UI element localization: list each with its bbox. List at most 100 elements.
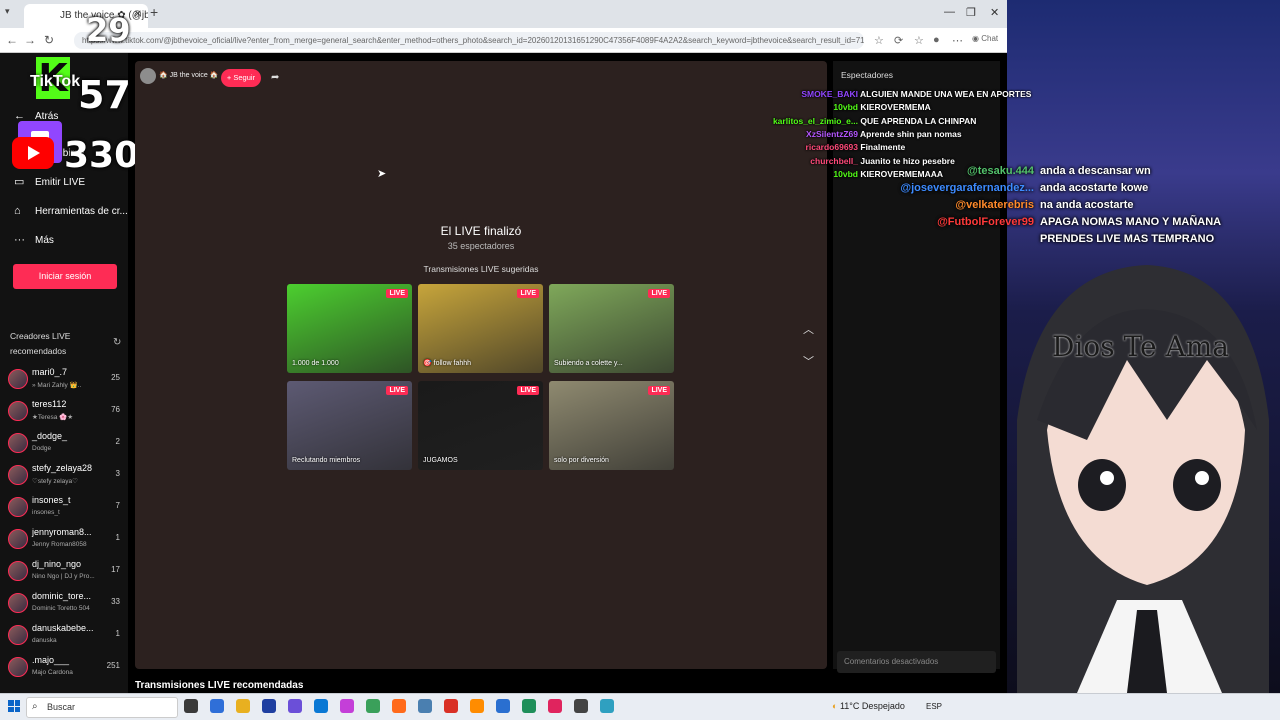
taskbar-app-icon[interactable]	[418, 699, 432, 713]
profile-icon[interactable]: ●	[933, 34, 940, 46]
kick-viewer-count: 29	[86, 11, 131, 49]
extensions-icon[interactable]: ⟳	[894, 34, 903, 47]
favorites-icon[interactable]: ☆	[914, 34, 924, 47]
search-placeholder: Buscar	[47, 702, 76, 712]
creator-viewer-count: 1	[115, 629, 120, 638]
minimize-icon[interactable]: —	[944, 6, 955, 18]
chevron-down-icon[interactable]: ﹀	[803, 353, 814, 369]
url-field[interactable]: https://www.tiktok.com/@jbthevoice_ofici…	[74, 32, 864, 49]
recommended-creators-title: Creadores LIVE recomendados	[10, 331, 71, 356]
windows-start-icon[interactable]	[8, 700, 20, 712]
suggested-live-thumbnail[interactable]: LIVE 🎯 follow fahhh	[418, 284, 543, 373]
star-icon[interactable]: ☆	[874, 34, 884, 47]
creator-item[interactable]: .majo___ Majo Cardona 251	[8, 655, 124, 685]
taskbar-app-icon[interactable]	[288, 699, 302, 713]
creator-name: .majo___	[32, 655, 70, 665]
chat-message: ricardo69693 Finalmente	[760, 142, 906, 152]
creator-item[interactable]: teres112 ★Teresa 🌸★ 76	[8, 399, 124, 429]
sidebar-item-go-live[interactable]: ▭ Emitir LIVE	[14, 175, 85, 188]
suggested-live-thumbnail[interactable]: LIVE solo por diversión	[549, 381, 674, 470]
chat-username: XzSilentzZ69	[806, 128, 858, 139]
taskbar-app-icon[interactable]	[314, 699, 328, 713]
creator-name: dominic_tore...	[32, 591, 92, 601]
taskbar-app-icon[interactable]	[184, 699, 198, 713]
taskbar-app-icon[interactable]	[574, 699, 588, 713]
taskbar-app-icon[interactable]	[262, 699, 276, 713]
close-tab-icon[interactable]: ✕	[134, 9, 142, 20]
avatar	[8, 433, 28, 453]
creator-nickname: Dodge	[32, 445, 52, 452]
creator-item[interactable]: jennyroman8... Jenny Roman8058 1	[8, 527, 124, 557]
youtube-chat-message: @tesaku.444 anda a descansar wn	[967, 165, 1151, 177]
thumbnail-caption: 🎯 follow fahhh	[423, 360, 472, 367]
viewers-header[interactable]: Espectadores	[841, 70, 893, 80]
taskbar-app-icon[interactable]	[392, 699, 406, 713]
sidebar-item-label: Herramientas de cr...	[35, 206, 128, 217]
chat-message: XzSilentzZ69 Aprende shin pan nomas	[760, 129, 962, 139]
taskbar-search[interactable]: ⌕ Buscar	[26, 697, 178, 718]
creator-viewer-count: 1	[115, 533, 120, 542]
reload-icon[interactable]: ↻	[44, 33, 54, 47]
thumbnail-caption: Subiendo a colette y...	[554, 360, 623, 367]
taskbar-app-icon[interactable]	[210, 699, 224, 713]
login-button[interactable]: Iniciar sesión	[13, 264, 117, 289]
chevron-up-icon[interactable]: ︿	[803, 321, 814, 337]
creator-viewer-count: 2	[115, 437, 120, 446]
sidebar-item-more[interactable]: ··· Más	[14, 234, 54, 246]
taskbar-app-icon[interactable]	[366, 699, 380, 713]
close-window-icon[interactable]: ✕	[990, 6, 999, 19]
vtuber-banner-text: Dios Te Ama	[1052, 330, 1229, 363]
chat-text: KIEROVERMEMA	[860, 102, 931, 113]
creator-item[interactable]: mari0_.7 » Mari Zahly 👑.. 25	[8, 367, 124, 397]
creator-item[interactable]: dominic_tore... Dominic Toretto 504 33	[8, 591, 124, 621]
sidebar-item-creator-tools[interactable]: ⌂ Herramientas de cr...	[14, 205, 128, 217]
creator-item[interactable]: insones_t insones_t 7	[8, 495, 124, 525]
suggested-live-thumbnail[interactable]: LIVE Subiendo a colette y...	[549, 284, 674, 373]
creator-item[interactable]: dj_nino_ngo Nino Ngo | DJ y Pro... 17	[8, 559, 124, 589]
creator-nickname: ♡stefy zelaya♡	[32, 478, 78, 485]
creator-item[interactable]: stefy_zelaya28 ♡stefy zelaya♡ 3	[8, 463, 124, 493]
search-icon: ⌕	[32, 701, 38, 712]
avatar	[8, 561, 28, 581]
avatar	[8, 369, 28, 389]
host-name[interactable]: 🏠 JB the voice 🏠	[159, 71, 218, 79]
new-tab-icon[interactable]: +	[150, 4, 158, 20]
forward-icon[interactable]: →	[24, 33, 36, 47]
youtube-chat-message: @josevergarafernandez... anda acostarte k…	[900, 182, 1148, 194]
refresh-icon[interactable]: ↻	[113, 337, 121, 348]
taskbar-app-icon[interactable]	[236, 699, 250, 713]
follow-button[interactable]: + Seguir	[221, 69, 261, 87]
taskbar: ⌕ Buscar ◐ 11°C Despejado ESP	[0, 693, 1280, 720]
taskbar-app-icon[interactable]	[496, 699, 510, 713]
creator-viewer-count: 251	[106, 661, 120, 670]
menu-icon[interactable]: ⋯	[952, 34, 963, 47]
back-icon[interactable]: ←	[6, 33, 18, 47]
taskbar-app-icon[interactable]	[340, 699, 354, 713]
creator-item[interactable]: danuskabebe... danuska 1	[8, 623, 124, 653]
suggested-live-thumbnail[interactable]: LIVE Reclutando miembros	[287, 381, 412, 470]
sidebar-item-label: Más	[35, 235, 54, 246]
taskbar-app-icon[interactable]	[600, 699, 614, 713]
thumbnail-caption: Reclutando miembros	[292, 457, 361, 464]
suggested-live-thumbnail[interactable]: LIVE JUGAMOS	[418, 381, 543, 470]
chat-text: ALGUIEN MANDE UNA WEA EN APORTES	[860, 89, 1032, 99]
chat-message: churchbell_ Juanito te hizo pesebre	[760, 156, 955, 166]
suggested-live-thumbnail[interactable]: LIVE 1.000 de 1.000	[287, 284, 412, 373]
maximize-icon[interactable]: ❐	[966, 6, 976, 19]
thumbnail-caption: solo por diversión	[554, 457, 609, 464]
creator-nickname: » Mari Zahly 👑..	[32, 382, 82, 389]
creator-nickname: Jenny Roman8058	[32, 541, 87, 548]
taskbar-app-icon[interactable]	[444, 699, 458, 713]
taskbar-app-icon[interactable]	[470, 699, 484, 713]
language-indicator[interactable]: ESP	[926, 702, 942, 711]
youtube-username: @tesaku.444	[967, 165, 1034, 177]
host-avatar[interactable]	[140, 68, 156, 84]
tab-search-icon[interactable]: ▾	[5, 6, 10, 17]
creator-item[interactable]: _dodge_ Dodge 2	[8, 431, 124, 461]
weather-widget[interactable]: ◐ 11°C Despejado	[832, 701, 905, 711]
taskbar-app-icon[interactable]	[548, 699, 562, 713]
taskbar-app-icon[interactable]	[522, 699, 536, 713]
chat-button[interactable]: ◉ Chat	[972, 34, 998, 43]
creator-nickname: ★Teresa 🌸★	[32, 414, 74, 421]
share-icon[interactable]: ➦	[271, 72, 279, 83]
